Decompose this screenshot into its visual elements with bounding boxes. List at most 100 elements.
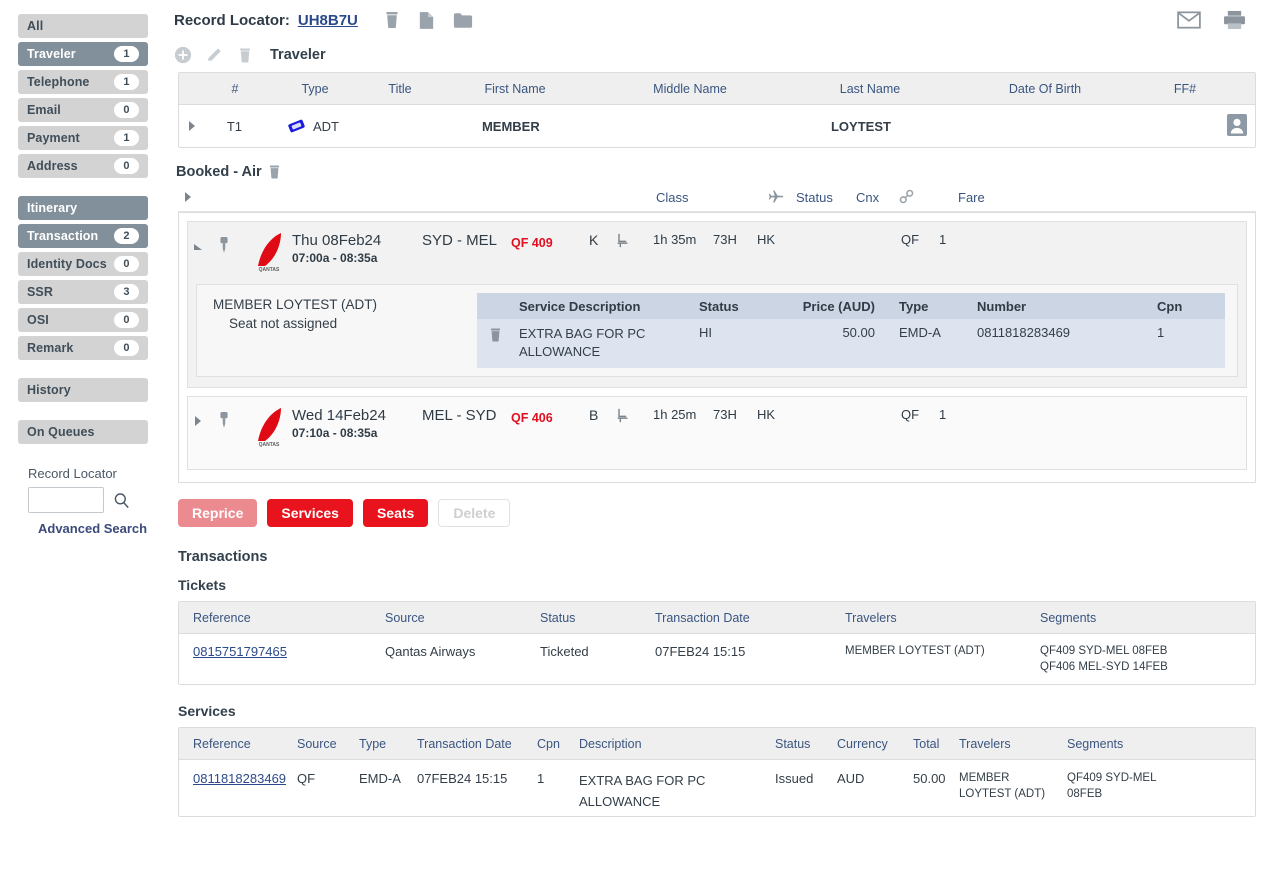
service-source: QF [297,771,316,787]
sidebar-badge-email: 0 [114,102,139,118]
record-locator-value[interactable]: UH8B7U [298,12,358,29]
column-header-status: Status [796,190,833,205]
person-badge-icon[interactable] [1227,113,1248,136]
services-button[interactable]: Services [267,499,353,528]
sidebar-badge-osi: 0 [114,312,139,328]
services-title: Services [178,703,236,720]
seat-assignment-note: Seat not assigned [229,316,338,331]
reprice-button[interactable]: Reprice [178,499,258,528]
segment-time: 07:10a - 08:35a [292,426,378,441]
collapse-segment-icon[interactable] [188,232,210,254]
segment-flight-number: QF 409 [511,236,553,250]
service-row[interactable]: EXTRA BAG FOR PC ALLOWANCE HI 50.00 EMD-… [477,319,1225,369]
pin-icon[interactable] [210,407,246,432]
pin-icon[interactable] [210,232,246,257]
column-header-reference: Reference [193,610,251,625]
sidebar-item-label: Telephone [27,75,90,89]
trash-icon[interactable] [268,164,281,180]
service-number: 0811818283469 [977,325,1071,340]
services-table-header: Reference Source Type Transaction Date C… [179,728,1255,761]
sidebar-item-label: History [27,383,71,397]
printer-icon[interactable] [1223,10,1246,30]
segment-fare-carrier: QF [901,232,920,247]
service-type: EMD-A [899,325,941,340]
qantas-logo: QANTAS [246,232,281,273]
column-header-source: Source [385,610,425,625]
ticket-source: Qantas Airways [385,644,476,660]
column-header-service-description: Service Description [519,298,641,314]
sidebar-badge-address: 0 [114,158,139,174]
table-row[interactable]: 0811818283469 QF EMD-A 07FEB24 15:15 1 E… [179,760,1255,816]
trash-icon[interactable] [489,327,502,343]
column-header-dob: Date Of Birth [1008,81,1082,96]
sidebar-badge-payment: 1 [114,130,139,146]
trash-icon[interactable] [238,47,252,64]
column-header-reference: Reference [193,736,251,751]
service-transaction-date: 07FEB24 15:15 [417,771,508,787]
sidebar-item-itinerary[interactable]: Itinerary [18,196,148,220]
magnifier-icon[interactable] [112,491,131,510]
booked-air-title: Booked - Air [176,164,262,180]
sidebar-item-label: On Queues [27,425,95,439]
segment-equipment: 73H [713,232,737,247]
traveler-num: T1 [226,118,243,134]
advanced-search-link[interactable]: Advanced Search [28,521,148,536]
table-row[interactable]: T1 ADT MEMBER LOYTEST [179,105,1255,147]
service-status: Issued [775,771,814,787]
seats-button[interactable]: Seats [362,499,429,528]
trash-icon[interactable] [384,11,400,29]
service-type: EMD-A [359,771,401,787]
document-icon[interactable] [419,11,434,30]
ticket-icon [288,119,305,133]
traveler-toolbar: Traveler [166,34,1280,72]
sidebar-item-label: Remark [27,341,74,355]
flight-segment-row[interactable]: QANTAS Wed 14Feb24 07:10a - 08:35a MEL -… [188,397,1246,469]
traveler-table-header: # Type Title First Name Middle Name Last… [179,73,1255,105]
edit-icon[interactable] [206,46,224,64]
envelope-icon[interactable] [1177,11,1201,29]
sidebar-item-all[interactable]: All [18,14,148,38]
record-locator-search-input[interactable] [28,487,104,513]
expand-all-icon[interactable] [178,190,200,205]
sidebar-item-ssr[interactable]: SSR 3 [18,280,148,304]
booked-air-header: Booked - Air [166,148,1280,184]
sidebar-item-email[interactable]: Email 0 [18,98,148,122]
traveler-first-name: MEMBER [481,118,540,134]
column-header-segments: Segments [1067,736,1124,751]
itinerary-actions: Reprice Services Seats Delete [166,483,1280,528]
column-header-middle-name: Middle Name [653,81,727,96]
sidebar-item-remark[interactable]: Remark 0 [18,336,148,360]
sidebar-item-transaction[interactable]: Transaction 2 [18,224,148,248]
segment-date: Wed 14Feb24 [292,407,386,425]
column-header-ff: FF# [1173,81,1197,96]
service-cpn: 1 [1157,325,1165,340]
segment-duration: 1h 25m [653,407,697,423]
service-segments: QF409 SYD-MEL 08FEB [1067,772,1157,800]
sidebar-item-identity-docs[interactable]: Identity Docs 0 [18,252,148,276]
sidebar-badge-transaction: 2 [114,228,139,244]
ticket-reference-link[interactable]: 0815751797465 [193,644,287,659]
sidebar-item-traveler[interactable]: Traveler 1 [18,42,148,66]
column-header-cpn: Cpn [537,736,560,751]
sidebar-item-telephone[interactable]: Telephone 1 [18,70,148,94]
sidebar-item-osi[interactable]: OSI 0 [18,308,148,332]
sidebar-item-payment[interactable]: Payment 1 [18,126,148,150]
expand-segment-icon[interactable] [188,407,210,429]
service-reference-link[interactable]: 0811818283469 [193,771,286,786]
passenger-name: MEMBER LOYTEST (ADT) [213,297,378,312]
sidebar-item-on-queues[interactable]: On Queues [18,420,148,444]
table-row[interactable]: 0815751797465 Qantas Airways Ticketed 07… [179,634,1255,684]
services-table: Reference Source Type Transaction Date C… [178,727,1256,818]
folder-icon[interactable] [453,12,473,29]
expand-row-icon[interactable] [179,119,205,134]
add-icon[interactable] [174,46,192,64]
sidebar-item-label: Email [27,103,61,117]
main-content: Record Locator: UH8B7U Traveler # Type T… [166,0,1280,893]
flight-segment-row[interactable]: QANTAS Thu 08Feb24 07:00a - 08:35a SYD -… [188,222,1246,284]
tickets-table-header: Reference Source Status Transaction Date… [179,602,1255,635]
segment-fare-count: 1 [939,232,947,247]
sidebar-item-address[interactable]: Address 0 [18,154,148,178]
sidebar-item-history[interactable]: History [18,378,148,402]
sidebar-badge-identity-docs: 0 [114,256,139,272]
segment-flight-number: QF 406 [511,411,553,426]
